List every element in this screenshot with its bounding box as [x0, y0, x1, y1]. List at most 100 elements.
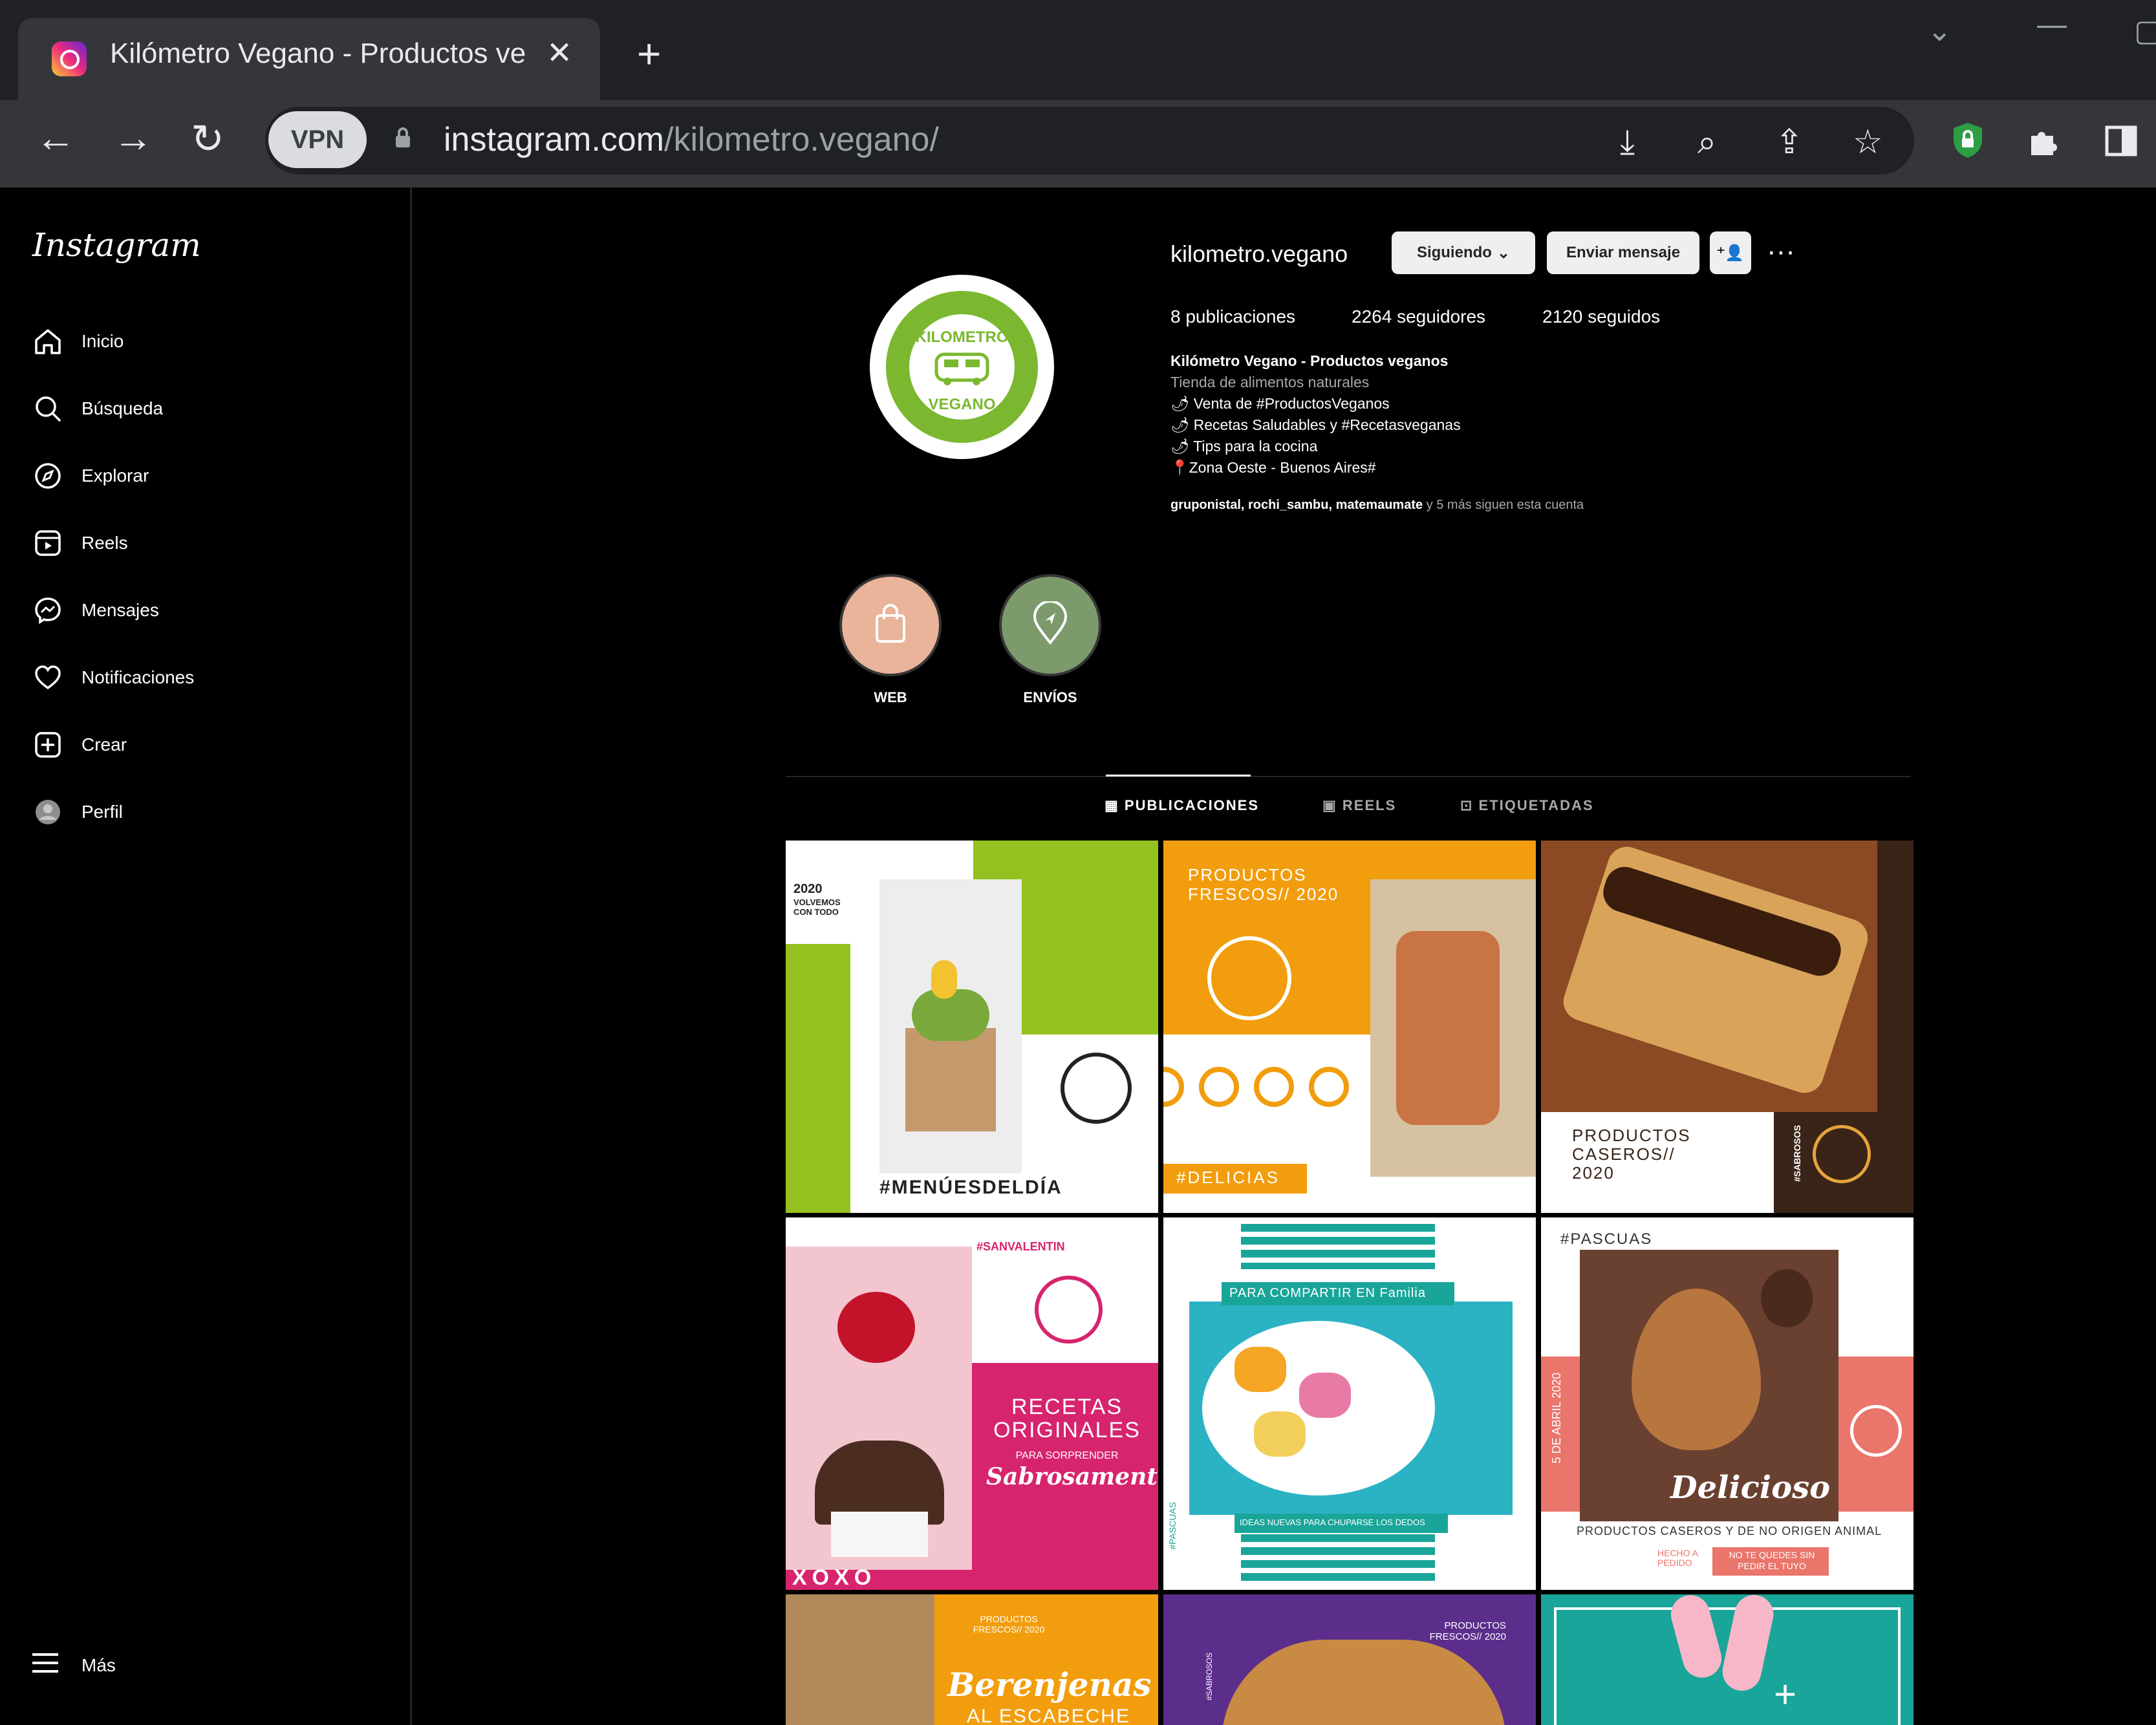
options-dots-icon[interactable]: ··· [1767, 235, 1795, 268]
posts-count: 8 publicaciones [1170, 306, 1296, 327]
post-photo-cake [1541, 841, 1877, 1112]
nav-item-perfil[interactable]: Perfil [32, 789, 123, 835]
reload-icon[interactable]: ↻ [191, 115, 224, 162]
bio-line: 🌶 Recetas Saludables y #Recetasveganas [1170, 416, 1461, 433]
post-text: Sabrosamente [986, 1463, 1158, 1490]
post-photo-jar [786, 1594, 934, 1725]
nav-item-crear[interactable]: Crear [32, 722, 127, 767]
post-photo-cookies [1189, 1302, 1513, 1515]
tab-reels[interactable]: ▣ REELS [1322, 797, 1396, 814]
highlight-envios[interactable] [999, 574, 1101, 676]
vpn-extension-shield-icon[interactable] [1952, 122, 1984, 159]
bio-line: 🌶 Venta de #ProductosVeganos [1170, 395, 1390, 412]
post-tile[interactable]: PRODUCTOS FRESCOS// 2020 Berenjenas AL E… [786, 1594, 1158, 1725]
heart-icon [32, 662, 63, 693]
tab-label: ETIQUETADAS [1478, 797, 1594, 813]
decor-stripes-top [1241, 1224, 1435, 1269]
nav-item-mensajes[interactable]: Mensajes [32, 588, 159, 633]
instagram-logo[interactable]: Instagram [32, 226, 201, 264]
nav-item-inicio[interactable]: Inicio [32, 319, 124, 364]
minimize-icon[interactable]: — [2037, 6, 2067, 41]
side-panel-icon[interactable] [2105, 125, 2137, 156]
post-tile[interactable]: PARA COMPARTIR EN Familia IDEAS NUEVAS P… [1163, 1217, 1536, 1590]
followers-count[interactable]: 2264 seguidores [1352, 306, 1485, 327]
hamburger-icon [32, 1652, 58, 1678]
post-text: #SABROSOS [1792, 1125, 1802, 1182]
messenger-icon [32, 595, 63, 626]
post-text: NO TE QUEDES SIN PEDIR EL TUYO [1729, 1550, 1815, 1571]
bio-category: Tienda de alimentos naturales [1170, 374, 1370, 391]
decor-green-bar [786, 944, 850, 1213]
avatar-logo-text-top: KILOMETRO [915, 328, 1009, 346]
nav-label: Crear [81, 734, 127, 755]
decor-circles [1163, 1067, 1364, 1119]
url-path: /kilometro.vegano/ [664, 121, 939, 158]
post-text: AL ESCABECHE [967, 1706, 1130, 1725]
tab-close-icon[interactable]: ✕ [546, 35, 572, 71]
post-text: 2020 [793, 882, 823, 896]
tab-label: REELS [1342, 797, 1397, 813]
highlight-label: WEB [874, 689, 907, 705]
post-text: PRODUCTOS CASEROS// 2020 [1572, 1126, 1691, 1183]
avatar [32, 797, 63, 828]
tab-title[interactable]: Kilómetro Vegano - Productos ve [110, 38, 530, 70]
zoom-icon[interactable]: ⌕ [1698, 123, 1716, 162]
following-button[interactable]: Siguiendo ⌄ [1392, 231, 1535, 274]
chevron-down-icon: ⌄ [1496, 244, 1511, 262]
nav-item-busqueda[interactable]: Búsqueda [32, 386, 163, 431]
tab-label: PUBLICACIONES [1124, 797, 1260, 813]
nav-label: Perfil [81, 802, 123, 822]
kilometro-vegano-logo [1207, 936, 1291, 1020]
post-photo-bread [1222, 1640, 1506, 1725]
post-text: IDEAS NUEVAS PARA CHUPARSE LOS DEDOS [1240, 1517, 1425, 1527]
post-tile[interactable]: PRODUCTOS FRESCOS// 2020 #DELICIAS [1163, 841, 1536, 1213]
nav-label: Reels [81, 533, 128, 553]
suggested-users-icon[interactable]: ⁺👤 [1710, 231, 1751, 274]
maximize-icon[interactable]: ▢ [2134, 13, 2156, 48]
post-text: XOXO [792, 1565, 877, 1590]
post-tile[interactable]: #PASCUAS Delicioso PRODUCTOS CASEROS Y D… [1541, 1217, 1913, 1590]
new-tab-icon[interactable]: + [637, 30, 661, 78]
url-host: instagram.com [444, 121, 664, 158]
followed-by[interactable]: gruponistal, rochi_sambu, matemaumate y … [1170, 498, 1584, 513]
bookmark-star-icon[interactable]: ☆ [1853, 123, 1883, 162]
highlight-web[interactable] [839, 574, 942, 676]
vpn-badge[interactable]: VPN [268, 111, 367, 168]
nav-item-explorar[interactable]: Explorar [32, 453, 149, 498]
post-tile[interactable]: #SANVALENTIN RECETAS ORIGINALES PARA SOR… [786, 1217, 1158, 1590]
nav-item-reels[interactable]: Reels [32, 520, 128, 566]
avatar-logo-text-bottom: VEGANO [928, 396, 996, 413]
more-menu[interactable]: Más [32, 1652, 116, 1678]
share-icon[interactable]: ⇪ [1775, 123, 1804, 162]
active-tab-indicator [1106, 775, 1251, 777]
send-message-button[interactable]: Enviar mensaje [1547, 231, 1699, 274]
more-label: Más [81, 1655, 116, 1675]
compass-icon [32, 460, 63, 491]
url-text[interactable]: instagram.com/kilometro.vegano/ [444, 120, 939, 159]
bio-line: 🌶 Tips para la cocina [1170, 438, 1318, 455]
post-tile[interactable]: PRODUCTOS CASEROS// 2020 #SABROSOS [1541, 841, 1913, 1213]
post-text: PRODUCTOS FRESCOS// 2020 [1429, 1620, 1506, 1642]
post-text: #PASCUAS [1167, 1502, 1178, 1550]
extensions-puzzle-icon[interactable] [2027, 124, 2061, 158]
install-app-icon[interactable]: ⤓ [1620, 123, 1635, 162]
reels-icon [32, 528, 63, 559]
kilometro-vegano-logo [1813, 1125, 1871, 1183]
tab-search-chevron-icon[interactable]: ⌄ [1927, 13, 1952, 48]
post-text: HECHO A PEDIDO [1657, 1548, 1698, 1568]
tab-publicaciones[interactable]: ▦ PUBLICACIONES [1105, 797, 1259, 814]
post-text: Berenjenas [947, 1666, 1152, 1704]
post-tile[interactable]: 2020 VOLVEMOS CON TODO #MENÚESDELDÍA [786, 841, 1158, 1213]
forward-arrow-icon[interactable]: → [113, 115, 153, 161]
following-count[interactable]: 2120 seguidos [1542, 306, 1660, 327]
shopping-bag-icon [876, 604, 905, 643]
tab-etiquetadas[interactable]: ⊡ ETIQUETADAS [1460, 797, 1594, 814]
lock-icon[interactable] [394, 127, 411, 149]
nav-item-notificaciones[interactable]: Notificaciones [32, 655, 194, 700]
post-text: PARA SORPRENDER [1015, 1450, 1119, 1461]
back-arrow-icon[interactable]: ← [36, 115, 76, 161]
post-tile[interactable]: PRODUCTOS FRESCOS// 2020 #SABROSOS [1163, 1594, 1536, 1725]
grid-icon: ▦ [1105, 797, 1125, 813]
post-text: #SABROSOS [1205, 1653, 1214, 1701]
post-tile[interactable]: + [1541, 1594, 1913, 1725]
